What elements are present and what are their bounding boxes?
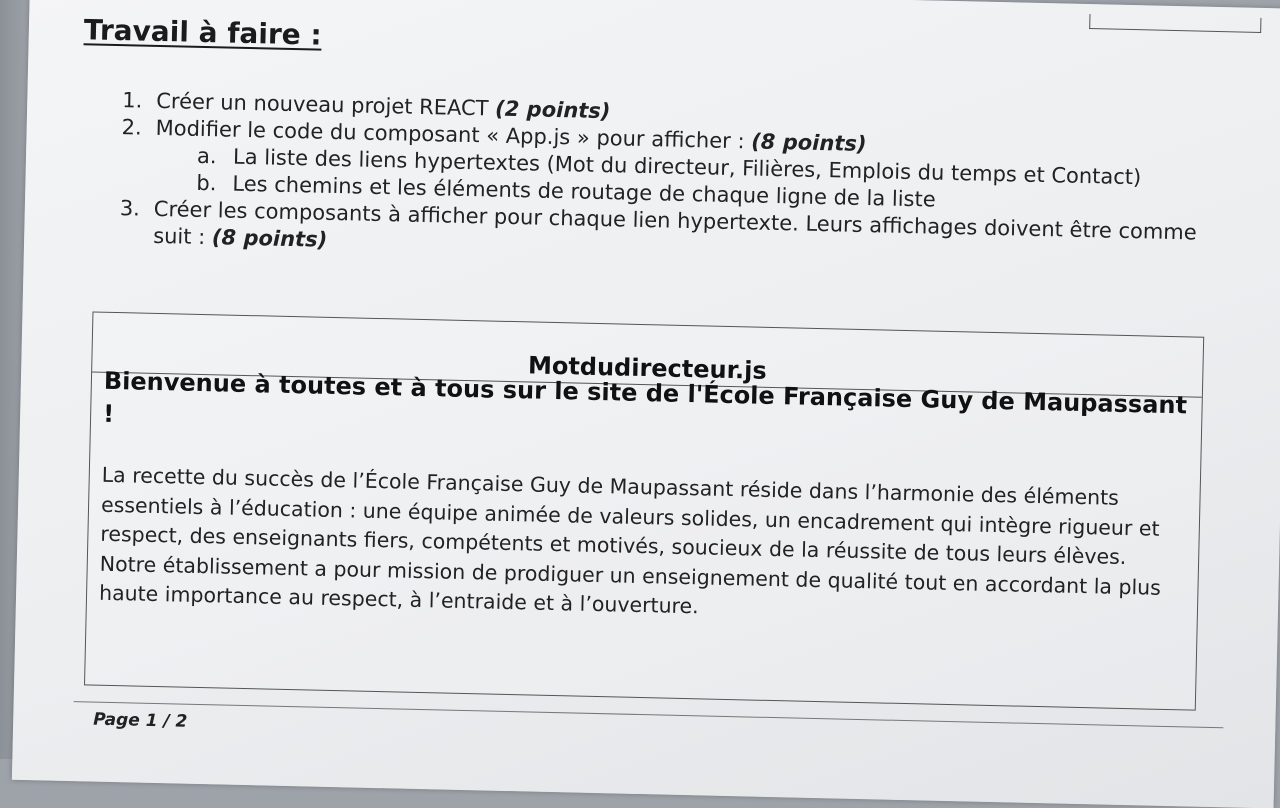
task-points: (8 points) (211, 225, 328, 252)
document-page: Travail à faire : 1. Créer un nouveau pr… (11, 0, 1280, 808)
task-points: (2 points) (494, 96, 611, 124)
page-number: Page 1 / 2 (93, 709, 188, 732)
component-preview-box: Motdudirecteur.js Bienvenue à toutes et … (84, 311, 1205, 711)
subtask-letter: b. (196, 170, 217, 196)
task-list: 1. Créer un nouveau projet REACT (2 poin… (119, 87, 1232, 274)
subtask-letter: a. (196, 143, 217, 169)
task-number: 1. (122, 88, 143, 113)
task-number: 2. (121, 115, 142, 140)
task-points: (8 points) (750, 129, 867, 157)
page-heading: Travail à faire : (83, 13, 323, 52)
top-frame (1089, 14, 1262, 33)
preview-paragraph: La recette du succès de l’École Français… (98, 462, 1162, 619)
task-number: 3. (119, 196, 141, 221)
